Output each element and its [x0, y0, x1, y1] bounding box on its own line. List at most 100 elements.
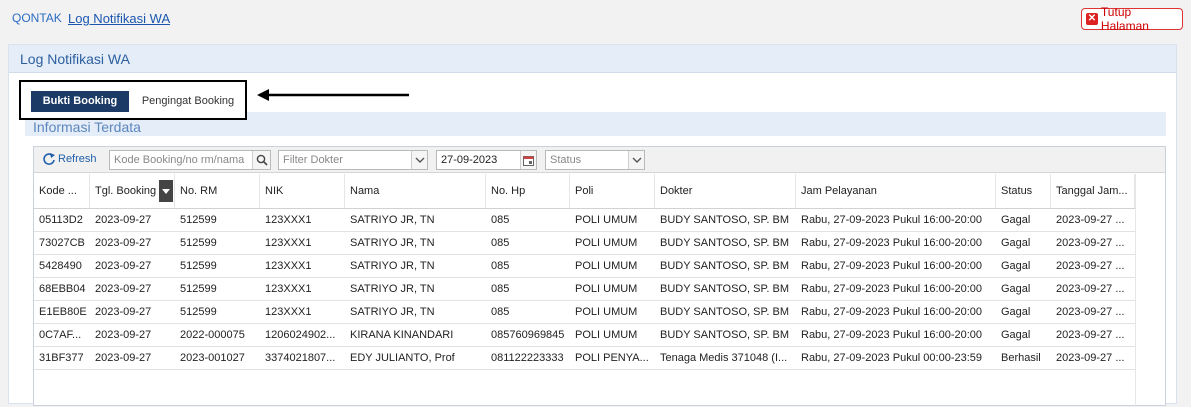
table-cell: 512599 [180, 214, 217, 226]
table-cell: 2023-09-27 [95, 283, 152, 295]
table-cell: 05113D2 [39, 214, 83, 226]
table-cell: Rabu, 27-09-2023 Pukul 16:00-20:00 [801, 306, 983, 318]
search-placeholder: Kode Booking/no rm/nama [114, 154, 245, 166]
table-row[interactable]: 73027CB 2023-09-27 512599 123XXX1 SATRIYO JR… [34, 232, 1135, 255]
table-row[interactable]: 5428490 2023-09-27 512599 123XXX1 SATRIYO JR… [34, 255, 1135, 278]
table-cell: 2023-09-27 [95, 306, 152, 318]
col-header-status[interactable]: Status [996, 174, 1051, 208]
table-cell: 123XXX1 [265, 283, 312, 295]
table-cell: Berhasil [1001, 352, 1041, 364]
breadcrumb-page[interactable]: Log Notifikasi WA [68, 11, 170, 26]
table-cell: 2023-09-27 [95, 352, 152, 364]
table-cell: 512599 [180, 283, 217, 295]
table-header-row: Kode ... Tgl. Booking No. RM NIK Nama No… [34, 174, 1135, 209]
col-header-poli[interactable]: Poli [570, 174, 655, 208]
table-cell: 085 [491, 283, 510, 295]
table-cell: POLI UMUM [575, 260, 638, 272]
table-cell: POLI UMUM [575, 329, 638, 341]
panel-header: Log Notifikasi WA [9, 45, 1176, 73]
table-cell: Rabu, 27-09-2023 Pukul 16:00-20:00 [801, 214, 983, 226]
col-header-nama[interactable]: Nama [345, 174, 486, 208]
table-cell: 3374021807... [265, 352, 336, 364]
search-input[interactable]: Kode Booking/no rm/nama [109, 150, 271, 170]
doctor-filter-placeholder: Filter Dokter [283, 154, 343, 166]
table-row[interactable]: 05113D2 2023-09-27 512599 123XXX1 SATRIYO JR… [34, 209, 1135, 232]
column-divider [1135, 174, 1136, 407]
table-cell: 2023-09-27 ... [1056, 352, 1125, 364]
table-cell: 512599 [180, 260, 217, 272]
table-cell: 123XXX1 [265, 237, 312, 249]
table-cell: 1206024902... [265, 329, 336, 341]
tab-bukti-booking[interactable]: Bukti Booking [31, 91, 129, 112]
section-title: Informasi Terdata [33, 119, 141, 135]
table-cell: BUDY SANTOSO, SP. BM [660, 283, 789, 295]
col-header-kode[interactable]: Kode ... [34, 174, 90, 208]
status-filter-select[interactable]: Status [545, 150, 645, 170]
col-header-no-hp[interactable]: No. Hp [486, 174, 570, 208]
col-header-nik[interactable]: NIK [260, 174, 345, 208]
table-cell: 2023-09-27 ... [1056, 306, 1125, 318]
table-cell: 085760969845 [491, 329, 565, 341]
table-cell: 2023-09-27 [95, 237, 152, 249]
table-cell: 123XXX1 [265, 214, 312, 226]
table-cell: Gagal [1001, 329, 1031, 341]
table-row[interactable]: E1EB80E 2023-09-27 512599 123XXX1 SATRIYO JR… [34, 301, 1135, 324]
table-row[interactable]: 0C7AF... 2023-09-27 2022-000075 1206024902.… [34, 324, 1135, 347]
table-cell: 2023-001027 [180, 352, 245, 364]
chevron-down-icon[interactable] [411, 151, 427, 169]
table-cell: 123XXX1 [265, 260, 312, 272]
table-cell: Gagal [1001, 283, 1031, 295]
table-cell: 68EBB04 [39, 283, 86, 295]
top-bar: QONTAK Log Notifikasi WA ✕ Tutup Halaman [0, 0, 1191, 36]
table-cell: BUDY SANTOSO, SP. BM [660, 237, 789, 249]
refresh-icon [43, 153, 55, 165]
table-cell: 31BF377 [39, 352, 84, 364]
col-header-jam-pelayanan[interactable]: Jam Pelayanan [796, 174, 996, 208]
col-header-tanggal-jam[interactable]: Tanggal Jam... [1051, 174, 1135, 208]
table-cell: 73027CB [39, 237, 85, 249]
table-cell: 123XXX1 [265, 306, 312, 318]
table-cell: 085 [491, 306, 510, 318]
table-cell: SATRIYO JR, TN [350, 214, 435, 226]
table-cell: Gagal [1001, 237, 1031, 249]
table-cell: Tenaga Medis 371048 (I... [660, 352, 788, 364]
date-input[interactable]: 27-09-2023 [436, 150, 537, 170]
table-cell: E1EB80E [39, 306, 87, 318]
breadcrumb-app[interactable]: QONTAK [12, 11, 62, 25]
refresh-label: Refresh [58, 153, 97, 165]
doctor-filter-select[interactable]: Filter Dokter [278, 150, 428, 170]
calendar-icon[interactable] [520, 151, 536, 169]
table-cell: POLI UMUM [575, 214, 638, 226]
table-row[interactable]: 68EBB04 2023-09-27 512599 123XXX1 SATRIYO JR… [34, 278, 1135, 301]
table-cell: BUDY SANTOSO, SP. BM [660, 306, 789, 318]
table-cell: Gagal [1001, 260, 1031, 272]
close-page-button[interactable]: ✕ Tutup Halaman [1081, 5, 1183, 33]
panel-title: Log Notifikasi WA [20, 51, 130, 67]
table-cell: Rabu, 27-09-2023 Pukul 16:00-20:00 [801, 329, 983, 341]
table-cell: Rabu, 27-09-2023 Pukul 16:00-20:00 [801, 237, 983, 249]
table-cell: 512599 [180, 237, 217, 249]
close-page-label: Tutup Halaman [1100, 5, 1149, 33]
table-cell: 2023-09-27 ... [1056, 283, 1125, 295]
table-cell: Rabu, 27-09-2023 Pukul 16:00-20:00 [801, 260, 983, 272]
table-row[interactable]: 31BF377 2023-09-27 2023-001027 3374021807..… [34, 347, 1135, 370]
table-cell: 2023-09-27 ... [1056, 237, 1125, 249]
chevron-down-icon[interactable] [628, 151, 644, 169]
table-cell: 2023-09-27 [95, 260, 152, 272]
table-cell: SATRIYO JR, TN [350, 306, 435, 318]
date-value: 27-09-2023 [441, 154, 498, 166]
col-header-no-rm[interactable]: No. RM [175, 174, 260, 208]
search-icon[interactable] [252, 151, 270, 169]
main-panel: Log Notifikasi WA Informasi Terdata Bukt… [8, 44, 1177, 407]
table-cell: 2023-09-27 [95, 329, 152, 341]
table-cell: SATRIYO JR, TN [350, 260, 435, 272]
table-cell: 085 [491, 260, 510, 272]
sort-icon[interactable] [159, 180, 173, 202]
table-cell: POLI UMUM [575, 237, 638, 249]
table-cell: SATRIYO JR, TN [350, 237, 435, 249]
table-cell: 2023-09-27 ... [1056, 329, 1125, 341]
col-header-dokter[interactable]: Dokter [655, 174, 796, 208]
refresh-button[interactable]: Refresh [42, 152, 97, 166]
tab-pengingat-booking[interactable]: Pengingat Booking [133, 91, 243, 112]
table-cell: POLI UMUM [575, 306, 638, 318]
